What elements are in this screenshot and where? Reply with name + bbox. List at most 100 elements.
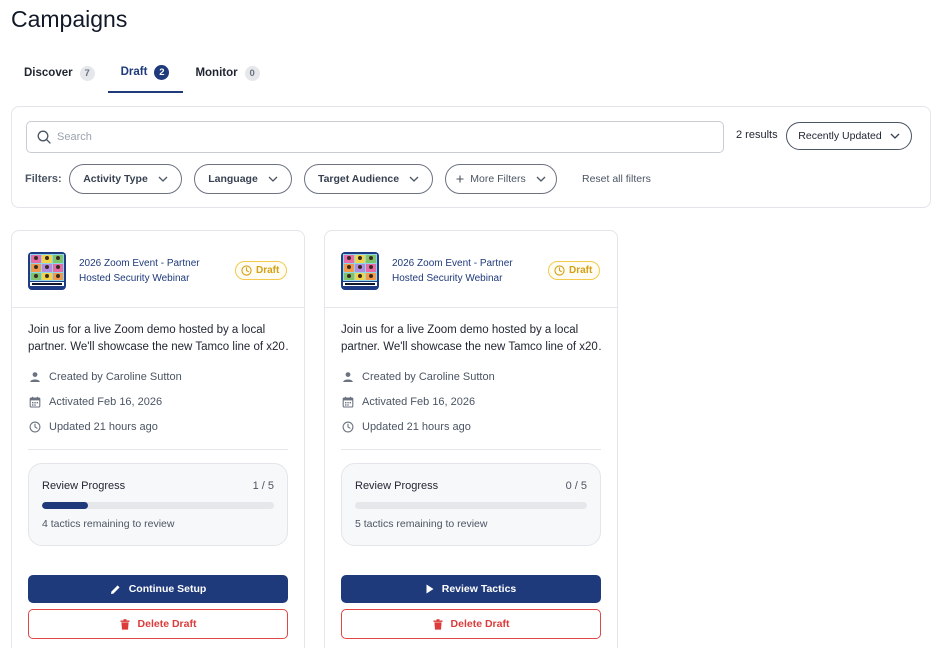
chevron-down-icon	[536, 176, 546, 182]
updated-time: Updated 21 hours ago	[342, 419, 471, 435]
progress-note: 4 tactics remaining to review	[42, 518, 175, 530]
campaign-card: 2026 Zoom Event - Partner Hosted Securit…	[11, 230, 305, 648]
chevron-down-icon	[158, 176, 168, 182]
filter-activity-type[interactable]: Activity Type	[69, 164, 182, 194]
person-icon	[30, 372, 40, 382]
activated-text: Activated Feb 16, 2026	[362, 396, 476, 408]
progress-note: 5 tactics remaining to review	[355, 518, 488, 530]
progress-count: 0 / 5	[565, 480, 587, 492]
description-line: Join us for a live Zoom demo hosted by a…	[28, 324, 266, 336]
trash-icon	[120, 618, 130, 630]
progress-bar	[355, 502, 587, 509]
tab-draft[interactable]: Draft 2	[107, 54, 184, 93]
tab-count-badge: 7	[79, 65, 95, 81]
review-progress: Review Progress 1 / 5 4 tactics remainin…	[28, 463, 288, 546]
activated-date: Activated Feb 16, 2026	[342, 394, 475, 410]
search-filter-panel: 2 results Recently Updated Filters: Acti…	[11, 106, 931, 208]
clock-icon	[342, 421, 354, 433]
campaign-description: Join us for a live Zoom demo hosted by a…	[28, 322, 290, 355]
filters-label: Filters:	[25, 173, 62, 185]
page-title: Campaigns	[11, 6, 128, 32]
play-icon	[426, 584, 434, 594]
campaign-title-line: Hosted Security Webinar	[79, 273, 190, 284]
activated-date: Activated Feb 16, 2026	[29, 394, 162, 410]
chevron-down-icon	[268, 176, 278, 182]
chevron-down-icon	[409, 176, 419, 182]
filter-label: Language	[208, 173, 258, 185]
campaign-title[interactable]: 2026 Zoom Event - Partner Hosted Securit…	[79, 256, 219, 286]
card-divider	[28, 449, 288, 450]
tab-count-badge: 0	[244, 65, 260, 81]
search-input[interactable]	[57, 131, 657, 143]
tab-discover[interactable]: Discover 7	[12, 54, 107, 92]
created-by: Created by Caroline Sutton	[29, 369, 182, 385]
filter-label: Activity Type	[83, 173, 148, 185]
created-by-text: Created by Caroline Sutton	[362, 371, 495, 383]
calendar-icon	[29, 396, 41, 408]
sort-label: Recently Updated	[798, 130, 882, 142]
status-label: Draft	[569, 265, 593, 276]
tab-label: Monitor	[195, 67, 238, 79]
delete-draft-button[interactable]: Delete Draft	[341, 609, 601, 639]
primary-action-label: Continue Setup	[128, 583, 207, 595]
primary-action-label: Review Tactics	[441, 583, 517, 595]
campaign-thumbnail	[341, 252, 379, 290]
tab-label: Draft	[120, 66, 148, 78]
delete-label: Delete Draft	[137, 618, 197, 630]
campaign-tabs: Discover 7 Draft 2 Monitor 0	[12, 54, 272, 93]
plus-icon	[456, 175, 464, 183]
description-line: partner. We'll showcase the new Tamco li…	[28, 340, 290, 353]
created-by: Created by Caroline Sutton	[342, 369, 495, 385]
delete-draft-button[interactable]: Delete Draft	[28, 609, 288, 639]
campaign-description: Join us for a live Zoom demo hosted by a…	[341, 322, 603, 355]
card-header: 2026 Zoom Event - Partner Hosted Securit…	[325, 231, 617, 308]
calendar-icon	[342, 396, 354, 408]
chevron-down-icon	[890, 133, 900, 139]
clock-icon	[241, 265, 252, 276]
updated-text: Updated 21 hours ago	[49, 421, 158, 433]
campaign-thumbnail	[28, 252, 66, 290]
primary-action-button[interactable]: Review Tactics	[341, 575, 601, 603]
pencil-icon	[110, 584, 121, 595]
review-progress: Review Progress 0 / 5 5 tactics remainin…	[341, 463, 601, 546]
status-badge: Draft	[548, 261, 601, 280]
clock-icon	[554, 265, 565, 276]
status-label: Draft	[256, 265, 280, 276]
campaign-title-line: 2026 Zoom Event - Partner	[79, 258, 200, 269]
campaign-card: 2026 Zoom Event - Partner Hosted Securit…	[324, 230, 618, 648]
description-line: Join us for a live Zoom demo hosted by a…	[341, 324, 579, 336]
progress-label: Review Progress	[42, 480, 126, 492]
sort-select[interactable]: Recently Updated	[786, 122, 912, 150]
tab-label: Discover	[24, 67, 73, 79]
card-divider	[341, 449, 601, 450]
trash-icon	[433, 618, 443, 630]
updated-time: Updated 21 hours ago	[29, 419, 158, 435]
campaign-title[interactable]: 2026 Zoom Event - Partner Hosted Securit…	[392, 256, 532, 286]
delete-label: Delete Draft	[450, 618, 510, 630]
progress-bar-fill	[42, 502, 89, 509]
tab-monitor[interactable]: Monitor 0	[183, 54, 271, 92]
filter-label: Target Audience	[317, 173, 400, 185]
card-header: 2026 Zoom Event - Partner Hosted Securit…	[12, 231, 304, 308]
campaign-title-line: 2026 Zoom Event - Partner	[392, 258, 513, 269]
results-count: 2 results	[736, 129, 778, 141]
progress-bar	[42, 502, 274, 509]
search-box[interactable]	[26, 121, 724, 153]
clock-icon	[29, 421, 41, 433]
description-line: partner. We'll showcase the new Tamco li…	[341, 340, 603, 353]
activated-text: Activated Feb 16, 2026	[49, 396, 163, 408]
progress-label: Review Progress	[355, 480, 439, 492]
progress-count: 1 / 5	[252, 480, 274, 492]
search-icon	[37, 130, 51, 144]
person-icon	[343, 372, 353, 382]
filter-language[interactable]: Language	[194, 164, 292, 194]
status-badge: Draft	[235, 261, 288, 280]
created-by-text: Created by Caroline Sutton	[49, 371, 182, 383]
filter-label: More Filters	[470, 173, 526, 185]
tab-count-badge: 2	[154, 64, 170, 80]
reset-filters-link[interactable]: Reset all filters	[582, 173, 651, 185]
filter-target-audience[interactable]: Target Audience	[304, 164, 433, 194]
more-filters-button[interactable]: More Filters	[445, 164, 557, 194]
primary-action-button[interactable]: Continue Setup	[28, 575, 288, 603]
campaign-title-line: Hosted Security Webinar	[392, 273, 503, 284]
